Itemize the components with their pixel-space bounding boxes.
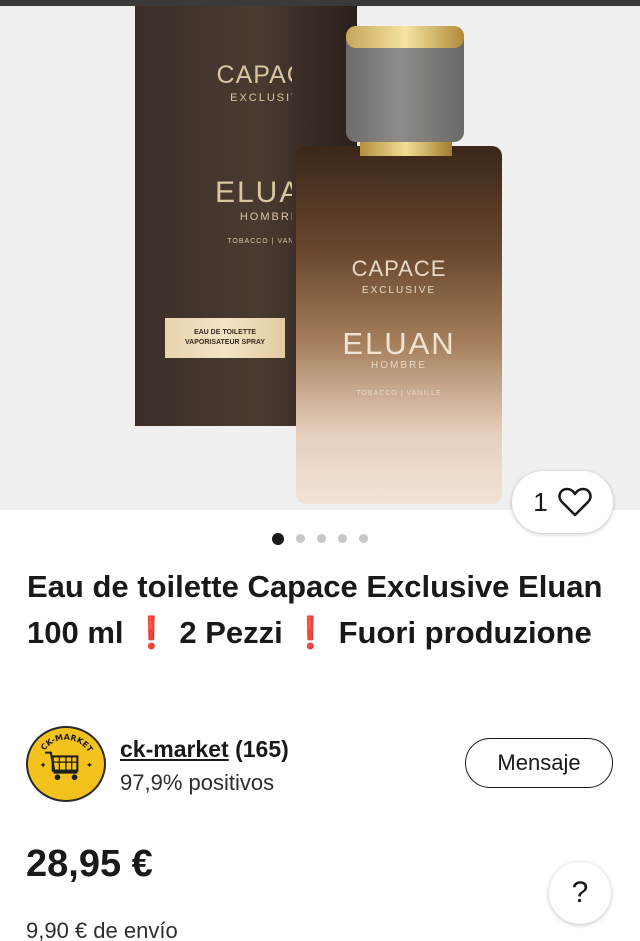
perfume-bottle-image: CAPACE EXCLUSIVE ELUAN HOMBRE TOBACCO | … bbox=[296, 146, 502, 504]
product-title: Eau de toilette Capace Exclusive Eluan 1… bbox=[27, 569, 603, 650]
seller-name-link[interactable]: ck-market bbox=[120, 736, 229, 762]
bottle-brand: CAPACE bbox=[351, 256, 447, 281]
svg-text:CK-MARKET: CK-MARKET bbox=[39, 733, 95, 755]
seller-logo-text: CK-MARKET bbox=[39, 733, 95, 755]
bottle-name-sub: HOMBRE bbox=[371, 360, 427, 371]
bottle-name: ELUAN bbox=[342, 326, 456, 361]
exclamation-icon: ❗ bbox=[291, 615, 330, 650]
shopping-cart-icon: CK-MARKET ✦ ✦ bbox=[39, 733, 95, 781]
product-image-gallery[interactable]: CAPACE EXCLUSIVE ELUAN HOMBRE TOBACCO | … bbox=[0, 6, 640, 510]
pagination-dot[interactable] bbox=[338, 534, 347, 543]
pagination-dot-active[interactable] bbox=[272, 532, 284, 545]
seller-section: CK-MARKET ✦ ✦ ck-market (165) 97,9% posi… bbox=[26, 726, 616, 804]
box-label-line1: EAU DE TOILETTE bbox=[193, 329, 257, 336]
bottle-notes: TOBACCO | VANILLE bbox=[356, 390, 442, 397]
pagination-dot[interactable] bbox=[317, 534, 326, 543]
message-seller-button[interactable]: Mensaje bbox=[465, 738, 613, 788]
shipping-cost: 9,90 € de envío bbox=[26, 918, 178, 941]
seller-feedback-count: (165) bbox=[235, 736, 289, 762]
pagination-dot[interactable] bbox=[359, 534, 368, 543]
box-label: EAU DE TOILETTE VAPORISATEUR SPRAY bbox=[165, 318, 285, 358]
bottle-brand-sub: EXCLUSIVE bbox=[361, 285, 437, 296]
seller-name: ck-market (165) bbox=[120, 736, 289, 763]
watch-count: 1 bbox=[533, 486, 548, 517]
help-button[interactable]: ? bbox=[549, 862, 611, 924]
question-mark-icon: ? bbox=[571, 876, 589, 909]
pagination-dot[interactable] bbox=[296, 534, 305, 543]
svg-text:✦: ✦ bbox=[86, 760, 93, 770]
bottle-cap-rim bbox=[346, 26, 464, 48]
heart-icon bbox=[557, 487, 592, 517]
seller-logo[interactable]: CK-MARKET ✦ ✦ bbox=[26, 726, 106, 802]
seller-rating: 97,9% positivos bbox=[120, 770, 275, 795]
svg-text:✦: ✦ bbox=[39, 760, 46, 770]
watch-button[interactable]: 1 bbox=[512, 471, 613, 533]
item-price: 28,95 € bbox=[26, 843, 153, 885]
box-label-line2: VAPORISATEUR SPRAY bbox=[185, 339, 265, 346]
gallery-pagination bbox=[0, 532, 640, 545]
exclamation-icon: ❗ bbox=[132, 615, 171, 650]
